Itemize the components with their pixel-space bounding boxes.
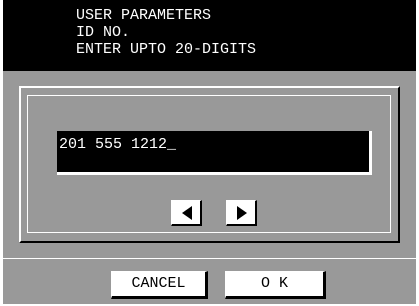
header-instruction: ENTER UPTO 20-DIGITS: [76, 41, 257, 58]
right-arrow-icon: [237, 206, 247, 220]
header-subtitle: ID NO.: [76, 24, 131, 41]
header-title: USER PARAMETERS: [76, 7, 212, 24]
cursor-right-button[interactable]: [226, 200, 257, 226]
ok-button[interactable]: O K: [225, 271, 326, 299]
left-arrow-icon: [182, 206, 192, 220]
id-number-field[interactable]: 201 555 1212_: [57, 131, 372, 175]
cancel-button[interactable]: CANCEL: [111, 271, 208, 299]
screen-header: USER PARAMETERS ID NO. ENTER UPTO 20-DIG…: [3, 0, 416, 71]
cursor-left-button[interactable]: [171, 200, 202, 226]
frame-divider: [3, 258, 416, 259]
fax-lcd-screen: USER PARAMETERS ID NO. ENTER UPTO 20-DIG…: [0, 0, 419, 306]
id-number-value: 201 555 1212_: [59, 136, 177, 153]
